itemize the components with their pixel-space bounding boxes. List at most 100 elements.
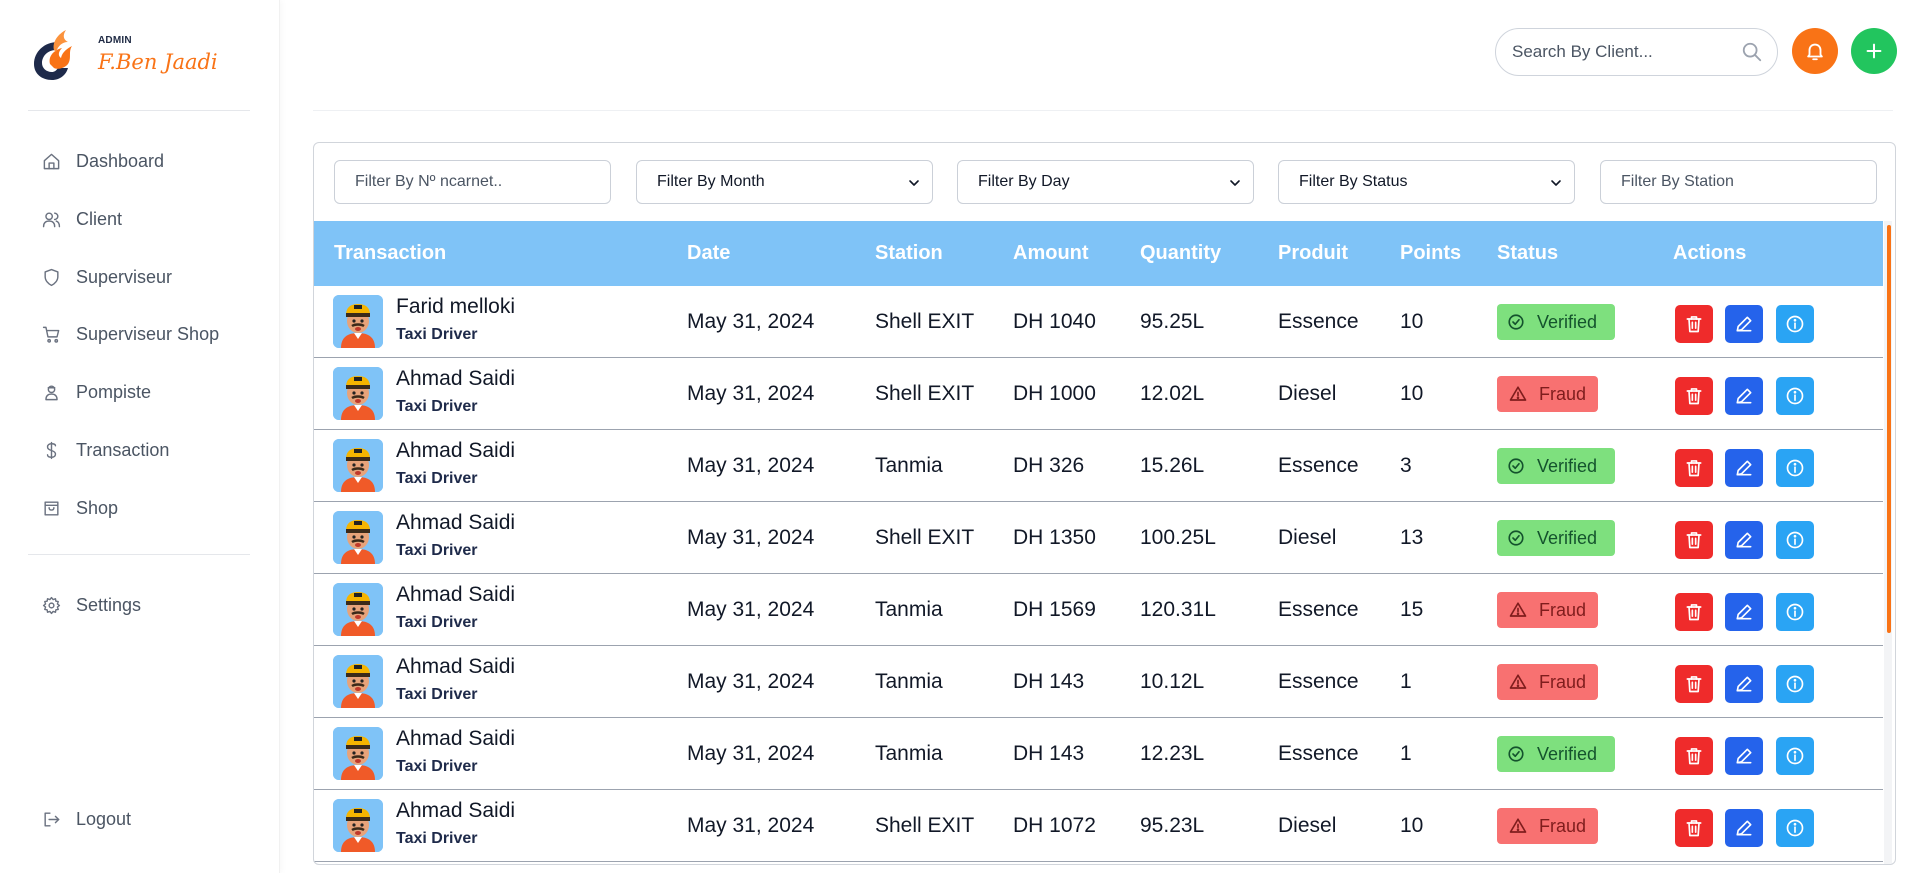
- sidebar-item-label: Superviseur: [76, 266, 173, 287]
- edit-button[interactable]: [1725, 377, 1763, 415]
- status-badge: Verified: [1497, 520, 1615, 556]
- column-header[interactable]: Quantity: [1140, 221, 1221, 286]
- table-row[interactable]: Ahmad Saidi Taxi Driver May 31, 2024 She…: [314, 790, 1883, 862]
- table-row[interactable]: Ahmad Saidi Taxi Driver May 31, 2024 Tan…: [314, 574, 1883, 646]
- check-circle-icon: [1508, 314, 1524, 330]
- avatar: [333, 799, 383, 852]
- sidebar-item-superviseur[interactable]: Superviseur: [28, 257, 258, 297]
- brand-role: ADMIN: [98, 35, 132, 46]
- cell-quantity: 100.25L: [1140, 526, 1216, 549]
- header-divider: [313, 110, 1893, 111]
- info-icon: [1786, 603, 1804, 621]
- filter-station-input[interactable]: Filter By Station: [1600, 160, 1877, 204]
- edit-button[interactable]: [1725, 521, 1763, 559]
- table-row[interactable]: Ahmad Saidi Taxi Driver May 31, 2024 She…: [314, 502, 1883, 574]
- client-role: Taxi Driver: [396, 326, 478, 343]
- column-header[interactable]: Amount: [1013, 221, 1089, 286]
- column-header[interactable]: Points: [1400, 221, 1461, 286]
- filter-carnet-input[interactable]: Filter By Nº ncarnet..: [334, 160, 611, 204]
- filter-day-select[interactable]: Filter By Day: [957, 160, 1254, 204]
- info-button[interactable]: [1776, 665, 1814, 703]
- column-header[interactable]: Actions: [1673, 221, 1746, 286]
- bell-icon: [1807, 43, 1823, 61]
- edit-button[interactable]: [1725, 665, 1763, 703]
- column-header[interactable]: Status: [1497, 221, 1558, 286]
- cell-quantity: 95.23L: [1140, 814, 1205, 837]
- client-name: Ahmad Saidi: [396, 367, 516, 390]
- edit-button[interactable]: [1725, 305, 1763, 343]
- avatar: [333, 583, 383, 636]
- sidebar-item-superviseur-shop[interactable]: Superviseur Shop: [28, 314, 258, 354]
- delete-button[interactable]: [1675, 377, 1713, 415]
- edit-button[interactable]: [1725, 593, 1763, 631]
- delete-button[interactable]: [1675, 809, 1713, 847]
- column-header[interactable]: Date: [687, 221, 730, 286]
- scrollbar-thumb[interactable]: [1887, 225, 1891, 633]
- sidebar-item-settings[interactable]: Settings: [28, 585, 258, 625]
- info-button[interactable]: [1776, 593, 1814, 631]
- sidebar-item-pompiste[interactable]: Pompiste: [28, 372, 258, 412]
- delete-button[interactable]: [1675, 521, 1713, 559]
- cell-produit: Diesel: [1278, 526, 1337, 549]
- trash-icon: [1686, 604, 1702, 621]
- edit-button[interactable]: [1725, 809, 1763, 847]
- notifications-button[interactable]: [1792, 28, 1838, 74]
- avatar: [333, 655, 383, 708]
- brand[interactable]: ADMIN F.Ben Jaadi: [28, 28, 228, 84]
- shield-icon: [40, 266, 62, 288]
- person-icon: [40, 381, 62, 403]
- info-icon: [1786, 459, 1804, 477]
- sidebar-item-logout[interactable]: Logout: [28, 799, 258, 839]
- column-header[interactable]: Produit: [1278, 221, 1348, 286]
- gear-icon: [40, 594, 62, 616]
- cell-station: Shell EXIT: [875, 526, 975, 549]
- pencil-icon: [1736, 748, 1752, 764]
- sidebar-item-shop[interactable]: Shop: [28, 488, 258, 528]
- cell-points: 1: [1400, 670, 1412, 693]
- table-row[interactable]: Ahmad Saidi Taxi Driver May 31, 2024 Tan…: [314, 718, 1883, 790]
- delete-button[interactable]: [1675, 449, 1713, 487]
- info-button[interactable]: [1776, 377, 1814, 415]
- trash-icon: [1686, 388, 1702, 405]
- column-header[interactable]: Station: [875, 221, 943, 286]
- cell-produit: Essence: [1278, 310, 1359, 333]
- cell-date: May 31, 2024: [687, 742, 815, 765]
- filter-status-select[interactable]: Filter By Status: [1278, 160, 1575, 204]
- info-button[interactable]: [1776, 305, 1814, 343]
- edit-button[interactable]: [1725, 737, 1763, 775]
- users-icon: [40, 208, 62, 230]
- table-row[interactable]: Farid melloki Taxi Driver May 31, 2024 S…: [314, 286, 1883, 358]
- sidebar-item-client[interactable]: Client: [28, 199, 258, 239]
- status-label: Fraud: [1539, 815, 1587, 836]
- delete-button[interactable]: [1675, 305, 1713, 343]
- delete-button[interactable]: [1675, 737, 1713, 775]
- info-button[interactable]: [1776, 449, 1814, 487]
- cell-points: 3: [1400, 454, 1412, 477]
- cell-quantity: 95.25L: [1140, 310, 1205, 333]
- search-icon[interactable]: [1741, 41, 1763, 63]
- bag-icon: [40, 497, 62, 519]
- plus-icon: [1866, 43, 1882, 59]
- client-role: Taxi Driver: [396, 542, 478, 559]
- sidebar-item-label: Pompiste: [76, 381, 152, 402]
- flame-logo-icon: [34, 30, 72, 80]
- status-label: Verified: [1537, 455, 1598, 476]
- table-row[interactable]: Ahmad Saidi Taxi Driver May 31, 2024 Tan…: [314, 430, 1883, 502]
- search-input[interactable]: [1512, 42, 1732, 62]
- edit-button[interactable]: [1725, 449, 1763, 487]
- filter-month-select[interactable]: Filter By Month: [636, 160, 933, 204]
- delete-button[interactable]: [1675, 593, 1713, 631]
- info-button[interactable]: [1776, 737, 1814, 775]
- sidebar-item-dashboard[interactable]: Dashboard: [28, 141, 258, 181]
- sidebar-item-transaction[interactable]: Transaction: [28, 430, 258, 470]
- table-row[interactable]: Ahmad Saidi Taxi Driver May 31, 2024 Tan…: [314, 646, 1883, 718]
- table-row[interactable]: Ahmad Saidi Taxi Driver May 31, 2024 She…: [314, 358, 1883, 430]
- column-header[interactable]: Transaction: [334, 221, 446, 286]
- cell-points: 10: [1400, 310, 1424, 333]
- cell-amount: DH 326: [1013, 454, 1085, 477]
- avatar: [333, 511, 383, 564]
- info-button[interactable]: [1776, 521, 1814, 559]
- add-button[interactable]: [1851, 28, 1897, 74]
- delete-button[interactable]: [1675, 665, 1713, 703]
- info-button[interactable]: [1776, 809, 1814, 847]
